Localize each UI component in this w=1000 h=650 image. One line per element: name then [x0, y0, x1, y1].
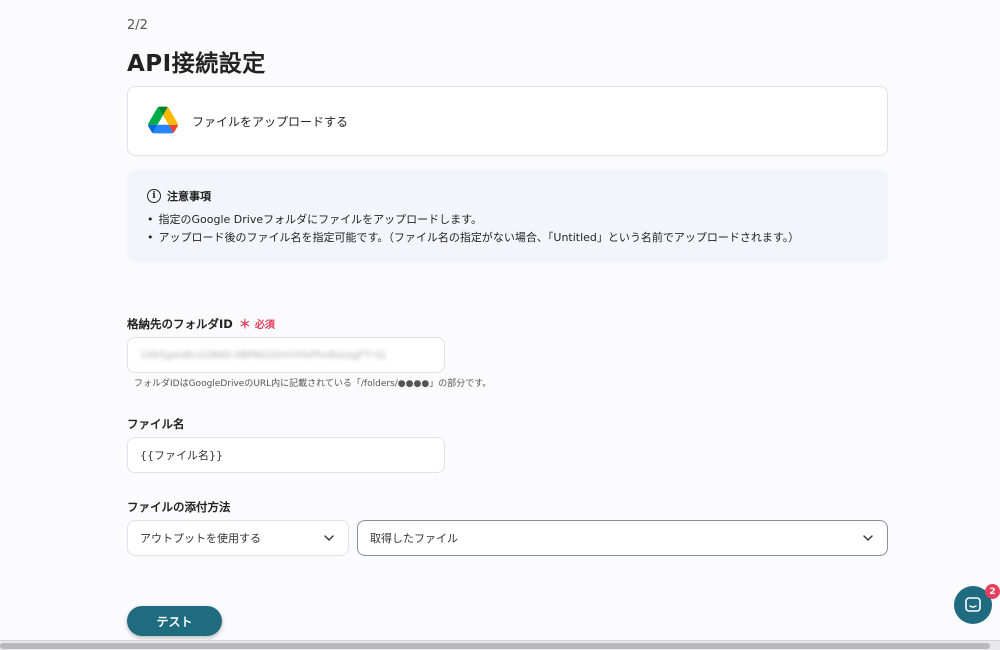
- folder-id-label-text: 格納先のフォルダID: [127, 316, 233, 331]
- attach-method-label-text: ファイルの添付方法: [127, 500, 231, 514]
- attach-method-value: アウトプットを使用する: [140, 532, 261, 545]
- folder-id-value: 1Xk5gaoBcoi28AS-0BPAO2DmYHsPhvBzozgFT-rQ: [140, 349, 385, 361]
- step-indicator: 2/2: [127, 18, 148, 33]
- file-name-input[interactable]: {{ファイル名}}: [127, 437, 445, 473]
- chevron-down-icon: [863, 535, 873, 541]
- notice-item: 指定のGoogle Driveフォルダにファイルをアップロードします。: [147, 211, 799, 229]
- page-title: API接続設定: [127, 51, 266, 77]
- attach-source-value: 取得したファイル: [370, 532, 458, 545]
- notification-badge: 2: [985, 584, 1000, 599]
- required-text: 必須: [254, 320, 275, 331]
- folder-id-label: 格納先のフォルダID ＊ 必須: [127, 315, 275, 332]
- scrollbar-thumb[interactable]: [0, 643, 990, 649]
- chevron-down-icon: [324, 535, 334, 541]
- attach-source-select[interactable]: 取得したファイル: [357, 520, 888, 556]
- file-name-value: {{ファイル名}}: [140, 449, 223, 462]
- folder-id-hint: フォルダIDはGoogleDriveのURL内に記載されている「/folders…: [134, 379, 492, 389]
- notice-title: 注意事項: [167, 190, 211, 203]
- notice-item: アップロード後のファイル名を指定可能です。（ファイル名の指定がない場合、「Unt…: [147, 229, 800, 247]
- folder-id-input[interactable]: 1Xk5gaoBcoi28AS-0BPAO2DmYHsPhvBzozgFT-rQ: [127, 337, 445, 373]
- notice-box: i 注意事項 指定のGoogle Driveフォルダにファイルをアップロードしま…: [127, 169, 888, 263]
- file-name-label: ファイル名: [127, 416, 185, 432]
- action-name: ファイルをアップロードする: [192, 115, 349, 129]
- info-icon: i: [147, 189, 161, 203]
- app-action-card: ファイルをアップロードする: [127, 86, 888, 156]
- file-name-label-text: ファイル名: [127, 417, 185, 431]
- google-drive-icon: [148, 106, 178, 134]
- required-asterisk-icon: ＊: [238, 317, 251, 331]
- notice-list: 指定のGoogle Driveフォルダにファイルをアップロードします。 アップロ…: [147, 211, 800, 247]
- notice-header: i 注意事項: [147, 188, 211, 204]
- attach-method-label: ファイルの添付方法: [127, 499, 231, 515]
- chat-icon: [965, 597, 981, 612]
- test-button[interactable]: テスト: [127, 606, 222, 636]
- attach-method-select[interactable]: アウトプットを使用する: [127, 520, 349, 556]
